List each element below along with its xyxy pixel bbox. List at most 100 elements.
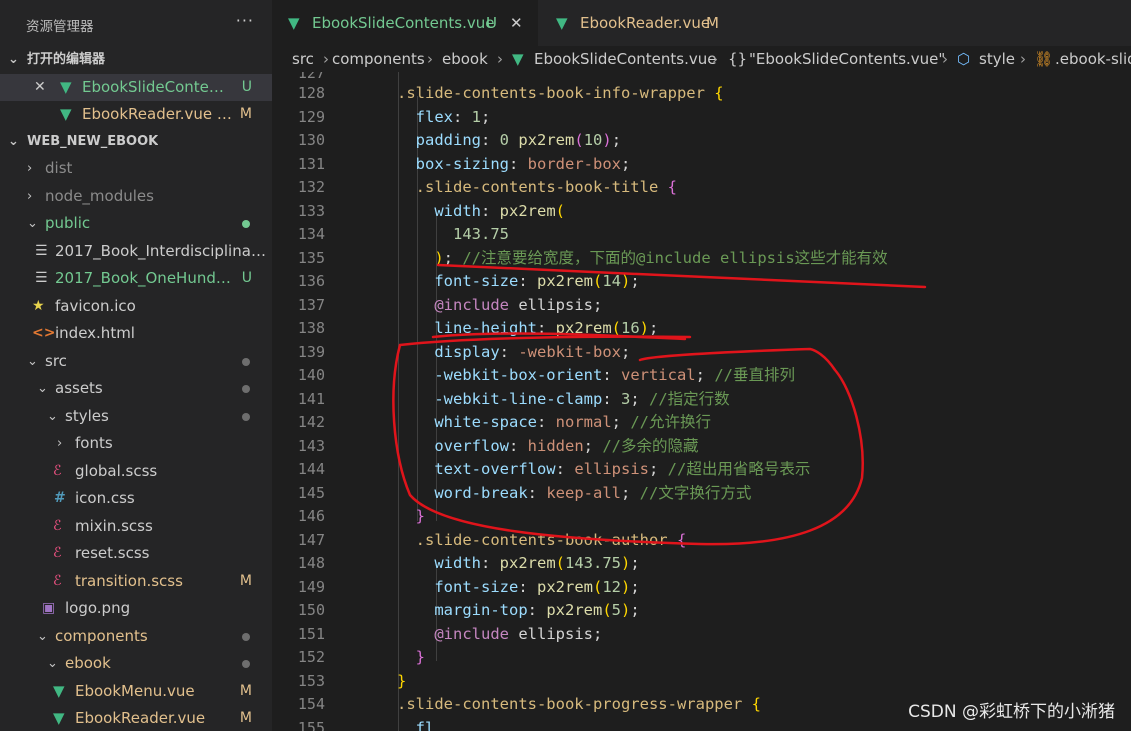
code-comment: //垂直排列 [714, 366, 795, 384]
tab-label: EbookSlideContents.vue [312, 14, 495, 32]
chevron-right-icon: › [942, 50, 948, 68]
css-number: 143.75 [565, 554, 622, 572]
css-number: 5 [611, 601, 622, 619]
tree-label: reset.scss [75, 544, 150, 562]
css-selector: .slide-contents-book-title [415, 178, 659, 196]
breadcrumb-item[interactable]: EbookSlideContents.vue [534, 46, 717, 72]
tree-item-file[interactable]: ☰ 2017_Book_OneHundre... U [0, 265, 272, 292]
open-editor-item[interactable]: ✕ ▼ EbookSlideContent... U [0, 74, 272, 101]
tree-label: dist [45, 159, 73, 177]
breadcrumb-item[interactable]: ebook [442, 46, 488, 72]
css-function: px2rem [499, 554, 556, 572]
tab-ebook-slide-contents[interactable]: ▼ EbookSlideContents.vue U ✕ [272, 0, 538, 46]
breadcrumb-item[interactable]: style [979, 46, 1015, 72]
open-editors-label: 打开的编辑器 [27, 52, 106, 67]
tree-label: styles [65, 407, 109, 425]
line-number: 133 [297, 201, 325, 220]
vue-file-icon: ▼ [60, 105, 72, 123]
line-number: 137 [297, 295, 325, 314]
line-number: 153 [297, 671, 325, 690]
tree-item-dist[interactable]: › dist [0, 155, 272, 182]
tree-item-file[interactable]: ☰ 2017_Book_Interdisciplinary... [0, 238, 272, 265]
brace: { [714, 84, 724, 102]
code-editor[interactable]: 127 128 129 130 131 132 133 134 135 136 … [272, 72, 1131, 731]
code-line-137: @include ellipsis; [434, 295, 603, 314]
close-tab-icon[interactable]: ✕ [510, 0, 523, 46]
tree-item-components[interactable]: ⌄ components [0, 623, 272, 650]
code-comment: //多余的隐藏 [602, 436, 699, 455]
tree-item-ebook[interactable]: ⌄ ebook [0, 650, 272, 677]
tree-item-ebookreader-vue[interactable]: ▼ EbookReader.vue M [0, 705, 272, 731]
css-property: display [434, 342, 500, 361]
chevron-right-icon: › [497, 50, 503, 68]
chevron-down-icon: ⌄ [47, 409, 58, 424]
status-dot [242, 660, 250, 668]
git-status-badge: U [241, 270, 252, 286]
code-line-130: padding: 0 px2rem(10); [415, 131, 622, 149]
image-file-icon: ▣ [42, 600, 56, 616]
line-number: 145 [297, 483, 325, 502]
line-number: 144 [297, 460, 325, 478]
editor-tab-bar: ▼ EbookSlideContents.vue U ✕ ▼ EbookRead… [272, 0, 1131, 46]
css-number: 14 [602, 272, 622, 290]
tree-item-reset-scss[interactable]: ℰ reset.scss [0, 540, 272, 567]
tree-item-icon-css[interactable]: # icon.css [0, 485, 272, 512]
line-number: 140 [297, 366, 325, 384]
tree-item-logo-png[interactable]: ▣ logo.png [0, 595, 272, 622]
breadcrumb: src › components › ebook › ▼ EbookSlideC… [272, 46, 1131, 72]
code-line-131: box-sizing: border-box; [415, 154, 631, 173]
open-editors-header[interactable]: ⌄ 打开的编辑器 [0, 46, 272, 73]
tree-item-fonts[interactable]: › fonts [0, 430, 272, 457]
tree-item-public[interactable]: ⌄ public [0, 210, 272, 237]
code-line-155: fl [397, 717, 435, 731]
tree-item-assets[interactable]: ⌄ assets [0, 375, 272, 402]
code-line-136: font-size: px2rem(14); [434, 272, 640, 290]
git-status-badge: U [486, 14, 497, 32]
css-number: 3 [620, 389, 631, 408]
more-actions-icon[interactable]: ··· [236, 11, 254, 30]
git-status-badge: M [706, 14, 719, 32]
breadcrumb-item[interactable]: "EbookSlideContents.vue" [749, 46, 945, 72]
css-property: margin-top [434, 601, 528, 619]
vue-file-icon: ▼ [512, 50, 524, 68]
tree-item-index-html[interactable]: <> index.html [0, 320, 272, 347]
css-function: px2rem [537, 272, 593, 290]
breadcrumb-item[interactable]: components [332, 46, 425, 72]
chevron-right-icon: › [27, 161, 33, 176]
breadcrumb-item[interactable]: .ebook-slid [1055, 46, 1131, 72]
code-comment: //超出用省略号表示 [667, 460, 811, 478]
explorer-sidebar: 资源管理器 ··· ⌄ 打开的编辑器 ✕ ▼ EbookSlideContent… [0, 0, 272, 731]
project-header[interactable]: ⌄ WEB_NEW_EBOOK [0, 128, 272, 155]
text-file-icon: ☰ [35, 270, 48, 286]
open-editor-item[interactable]: ▼ EbookReader.vue s... M [0, 101, 272, 128]
tree-item-global-scss[interactable]: ℰ global.scss [0, 458, 272, 485]
css-property: flex [415, 107, 453, 126]
brace: { [676, 530, 687, 549]
tree-label: node_modules [45, 187, 154, 205]
tree-item-styles[interactable]: ⌄ styles [0, 403, 272, 430]
tab-ebook-reader[interactable]: ▼ EbookReader.vue M [540, 0, 754, 46]
css-number: 0 [499, 131, 510, 149]
code-line-139: display: -webkit-box; [434, 342, 631, 361]
breadcrumb-item[interactable]: src [292, 46, 314, 72]
code-line-142: white-space: normal; //允许换行 [434, 413, 711, 431]
tree-item-favicon[interactable]: ★ favicon.ico [0, 293, 272, 320]
css-property: text-overflow [434, 460, 556, 478]
status-dot [242, 385, 250, 393]
tree-item-ebookmenu-vue[interactable]: ▼ EbookMenu.vue M [0, 678, 272, 705]
git-status-badge: U [241, 79, 252, 95]
line-number: 136 [297, 272, 325, 290]
cube-icon: ⬡ [957, 50, 971, 68]
braces-icon: {} [728, 50, 748, 68]
tree-item-transition-scss[interactable]: ℰ transition.scss M [0, 568, 272, 595]
git-status-badge: M [239, 106, 252, 122]
css-number: 1 [471, 107, 482, 126]
chevron-down-icon: ⌄ [37, 381, 48, 396]
brace: } [397, 671, 407, 690]
close-icon[interactable]: ✕ [34, 74, 46, 101]
tree-item-mixin-scss[interactable]: ℰ mixin.scss [0, 513, 272, 540]
tree-item-src[interactable]: ⌄ src [0, 348, 272, 375]
code-line-154: .slide-contents-book-progress-wrapper { [397, 693, 761, 717]
explorer-title: 资源管理器 [26, 19, 94, 35]
tree-item-node-modules[interactable]: › node_modules [0, 183, 272, 210]
